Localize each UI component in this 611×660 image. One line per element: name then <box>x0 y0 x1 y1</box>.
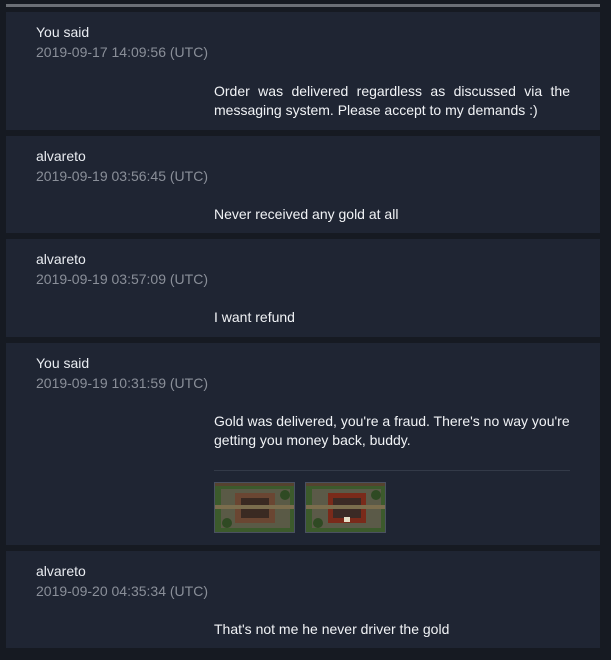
attachment-list <box>214 482 386 533</box>
message-author: You said <box>36 355 90 371</box>
top-divider <box>6 4 600 7</box>
message-timestamp: 2019-09-19 03:57:09 (UTC) <box>36 271 208 287</box>
image-thumbnail-icon <box>306 483 385 532</box>
attachment-divider <box>214 470 570 471</box>
message-card: alvareto 2019-09-19 03:57:09 (UTC) I wan… <box>6 239 600 337</box>
message-body: Gold was delivered, you're a fraud. Ther… <box>214 413 570 448</box>
screenshot-thumbnail-1[interactable] <box>214 482 295 533</box>
screenshot-thumbnail-2[interactable] <box>305 482 386 533</box>
message-card: You said 2019-09-19 10:31:59 (UTC) Gold … <box>6 343 600 545</box>
message-card: You said 2019-09-17 14:09:56 (UTC) Order… <box>6 12 600 130</box>
message-author: alvareto <box>36 148 86 164</box>
message-card: alvareto 2019-09-20 04:35:34 (UTC) That'… <box>6 551 600 648</box>
image-thumbnail-icon <box>215 483 294 532</box>
message-author: alvareto <box>36 251 86 267</box>
message-body: Order was delivered regardless as discus… <box>214 83 570 118</box>
message-timestamp: 2019-09-20 04:35:34 (UTC) <box>36 583 208 599</box>
message-timestamp: 2019-09-17 14:09:56 (UTC) <box>36 44 208 60</box>
message-timestamp: 2019-09-19 10:31:59 (UTC) <box>36 375 208 391</box>
message-timestamp: 2019-09-19 03:56:45 (UTC) <box>36 168 208 184</box>
message-body: Never received any gold at all <box>214 206 399 222</box>
message-body: That's not me he never driver the gold <box>214 621 450 637</box>
message-thread: You said 2019-09-17 14:09:56 (UTC) Order… <box>6 12 600 654</box>
message-body: I want refund <box>214 309 295 325</box>
message-card: alvareto 2019-09-19 03:56:45 (UTC) Never… <box>6 136 600 233</box>
message-author: You said <box>36 24 90 40</box>
message-author: alvareto <box>36 563 86 579</box>
